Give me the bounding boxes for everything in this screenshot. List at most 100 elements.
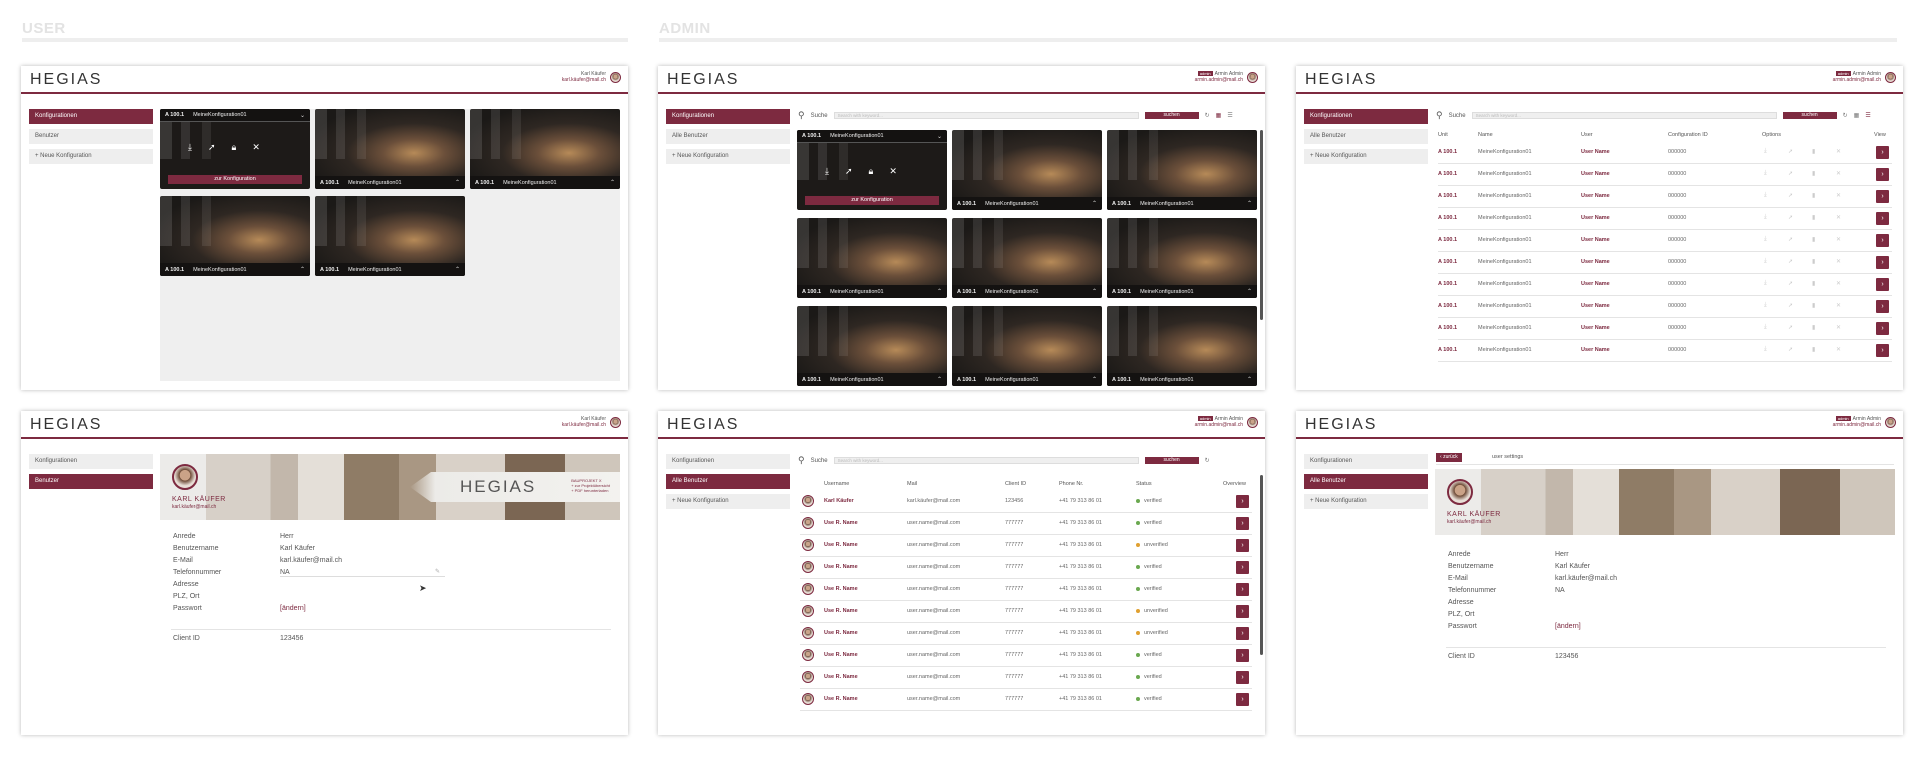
- search-button[interactable]: suchen: [1144, 112, 1199, 119]
- cell-user[interactable]: User Name: [1581, 281, 1610, 287]
- table-row[interactable]: A 100.1 MeineKonfiguration01 User Name 0000…: [1438, 186, 1892, 208]
- lock-icon[interactable]: 🔒︎: [869, 166, 874, 177]
- view-button[interactable]: ›: [1876, 212, 1889, 225]
- overview-button[interactable]: ›: [1236, 495, 1249, 508]
- cell-username[interactable]: Use R. Name: [824, 608, 858, 614]
- table-row[interactable]: A 100.1 MeineKonfiguration01 User Name 0000…: [1438, 318, 1892, 340]
- table-row[interactable]: Use R. Name user.name@mail.com 777777 +41 7…: [800, 623, 1252, 645]
- download-icon[interactable]: ⤓: [1764, 302, 1767, 309]
- download-icon[interactable]: ⤓: [1764, 324, 1767, 331]
- close-icon[interactable]: ✕: [1836, 280, 1841, 287]
- config-card[interactable]: A 100.1 MeineKonfiguration01 ⌃: [315, 109, 465, 189]
- sidebar-item-neue-konfiguration[interactable]: + Neue Konfiguration: [29, 149, 153, 164]
- sidebar-item-alle-benutzer[interactable]: Alle Benutzer: [666, 474, 790, 489]
- user-menu[interactable]: Karl Käufer karl.käufer@mail.ch: [562, 71, 621, 83]
- sidebar-item-benutzer[interactable]: Benutzer: [29, 129, 153, 144]
- cell-username[interactable]: Use R. Name: [824, 542, 858, 548]
- view-button[interactable]: ›: [1876, 300, 1889, 313]
- close-icon[interactable]: ✕: [1836, 192, 1841, 199]
- user-menu[interactable]: admin Armin Admin armin.admin@mail.ch: [1195, 71, 1258, 83]
- chevron-up-icon[interactable]: ⌃: [1247, 200, 1252, 207]
- download-icon[interactable]: ⤓: [1764, 236, 1767, 243]
- table-row[interactable]: A 100.1 MeineKonfiguration01 User Name 0000…: [1438, 208, 1892, 230]
- close-icon[interactable]: ✕: [252, 142, 260, 153]
- share-icon[interactable]: ➚: [1788, 236, 1793, 243]
- table-row[interactable]: A 100.1 MeineKonfiguration01 User Name 0000…: [1438, 296, 1892, 318]
- cell-username[interactable]: Use R. Name: [824, 564, 858, 570]
- download-icon[interactable]: ⤓: [825, 166, 829, 177]
- table-row[interactable]: Use R. Name user.name@mail.com 777777 +41 7…: [800, 513, 1252, 535]
- config-card[interactable]: A 100.1 MeineKonfiguration01 ⌃: [315, 196, 465, 276]
- download-icon[interactable]: ⤓: [1764, 170, 1767, 177]
- user-menu[interactable]: admin Armin Admin armin.admin@mail.ch: [1195, 416, 1258, 428]
- close-icon[interactable]: ✕: [1836, 258, 1841, 265]
- config-card[interactable]: A 100.1 MeineKonfiguration01 ⌃: [470, 109, 620, 189]
- cell-username[interactable]: Use R. Name: [824, 586, 858, 592]
- close-icon[interactable]: ✕: [1836, 302, 1841, 309]
- change-password-link[interactable]: [ändern]: [280, 605, 306, 612]
- phone-field[interactable]: NA: [280, 569, 445, 577]
- config-card[interactable]: A 100.1 MeineKonfiguration01 ⌃: [797, 218, 947, 298]
- avatar[interactable]: [610, 71, 621, 83]
- config-card[interactable]: A 100.1 MeineKonfiguration01 ⌃: [1107, 306, 1257, 386]
- table-row[interactable]: A 100.1 MeineKonfiguration01 User Name 0000…: [1438, 274, 1892, 296]
- close-icon[interactable]: ✕: [1836, 346, 1841, 353]
- config-card[interactable]: A 100.1 MeineKonfiguration01 ⌃: [952, 218, 1102, 298]
- sidebar-item-konfigurationen[interactable]: Konfigurationen: [29, 109, 153, 124]
- chevron-up-icon[interactable]: ⌃: [1092, 376, 1097, 383]
- view-button[interactable]: ›: [1876, 168, 1889, 181]
- table-row[interactable]: A 100.1 MeineKonfiguration01 User Name 0000…: [1438, 230, 1892, 252]
- pdf-download-link[interactable]: + PDF herunterladen: [571, 488, 610, 493]
- close-icon[interactable]: ✕: [1836, 214, 1841, 221]
- config-card[interactable]: A 100.1 MeineKonfiguration01 ⌃: [952, 130, 1102, 210]
- share-icon[interactable]: ➚: [1788, 280, 1793, 287]
- share-icon[interactable]: ➚: [1788, 214, 1793, 221]
- overview-button[interactable]: ›: [1236, 605, 1249, 618]
- chevron-up-icon[interactable]: ⌃: [1092, 200, 1097, 207]
- column-header[interactable]: Mail: [907, 481, 917, 487]
- field-value[interactable]: Karl Käufer: [1555, 563, 1590, 570]
- share-icon[interactable]: ➚: [1788, 302, 1793, 309]
- table-row[interactable]: Use R. Name user.name@mail.com 777777 +41 7…: [800, 579, 1252, 601]
- avatar[interactable]: [1247, 416, 1258, 428]
- download-icon[interactable]: ⤓: [1764, 258, 1767, 265]
- sidebar-item-konfigurationen[interactable]: Konfigurationen: [666, 454, 790, 469]
- list-view-icon[interactable]: ☰: [1865, 112, 1870, 119]
- grid-view-icon[interactable]: ▦: [1216, 112, 1222, 119]
- search-button[interactable]: suchen: [1144, 457, 1199, 464]
- edit-icon[interactable]: ✎: [435, 568, 440, 575]
- config-card[interactable]: A 100.1 MeineKonfiguration01 ⌃: [160, 196, 310, 276]
- search-input[interactable]: Search with keyword...: [1471, 112, 1777, 119]
- avatar[interactable]: [1885, 416, 1896, 428]
- column-header[interactable]: Unit: [1438, 132, 1448, 138]
- lock-icon[interactable]: ▮: [1812, 280, 1815, 287]
- share-icon[interactable]: ➚: [1788, 192, 1793, 199]
- chevron-down-icon[interactable]: ⌄: [300, 112, 305, 119]
- sidebar-item-benutzer[interactable]: Benutzer: [29, 474, 153, 489]
- field-value[interactable]: NA: [1555, 587, 1565, 594]
- column-header[interactable]: Client ID: [1005, 481, 1026, 487]
- table-row[interactable]: Use R. Name user.name@mail.com 777777 +41 7…: [800, 601, 1252, 623]
- lock-icon[interactable]: ▮: [1812, 258, 1815, 265]
- cell-username[interactable]: Use R. Name: [824, 696, 858, 702]
- chevron-up-icon[interactable]: ⌃: [610, 179, 615, 186]
- sidebar-item-alle-benutzer[interactable]: Alle Benutzer: [1304, 129, 1428, 144]
- cell-username[interactable]: Use R. Name: [824, 674, 858, 680]
- view-button[interactable]: ›: [1876, 190, 1889, 203]
- open-configuration-button[interactable]: zur Konfiguration: [805, 196, 939, 205]
- field-value[interactable]: karl.käufer@mail.ch: [1555, 575, 1617, 582]
- sidebar-item-neue-konfiguration[interactable]: + Neue Konfiguration: [666, 494, 790, 509]
- lock-icon[interactable]: ▮: [1812, 236, 1815, 243]
- table-row[interactable]: A 100.1 MeineKonfiguration01 User Name 0000…: [1438, 142, 1892, 164]
- sidebar-item-konfigurationen[interactable]: Konfigurationen: [29, 454, 153, 469]
- table-row[interactable]: Use R. Name user.name@mail.com 777777 +41 7…: [800, 535, 1252, 557]
- scrollbar[interactable]: [1260, 130, 1263, 320]
- table-row[interactable]: A 100.1 MeineKonfiguration01 User Name 0000…: [1438, 340, 1892, 362]
- view-button[interactable]: ›: [1876, 234, 1889, 247]
- lock-icon[interactable]: ▮: [1812, 324, 1815, 331]
- lock-icon[interactable]: ▮: [1812, 214, 1815, 221]
- avatar[interactable]: [1247, 71, 1258, 83]
- chevron-up-icon[interactable]: ⌃: [937, 288, 942, 295]
- chevron-up-icon[interactable]: ⌃: [1092, 288, 1097, 295]
- overview-button[interactable]: ›: [1236, 671, 1249, 684]
